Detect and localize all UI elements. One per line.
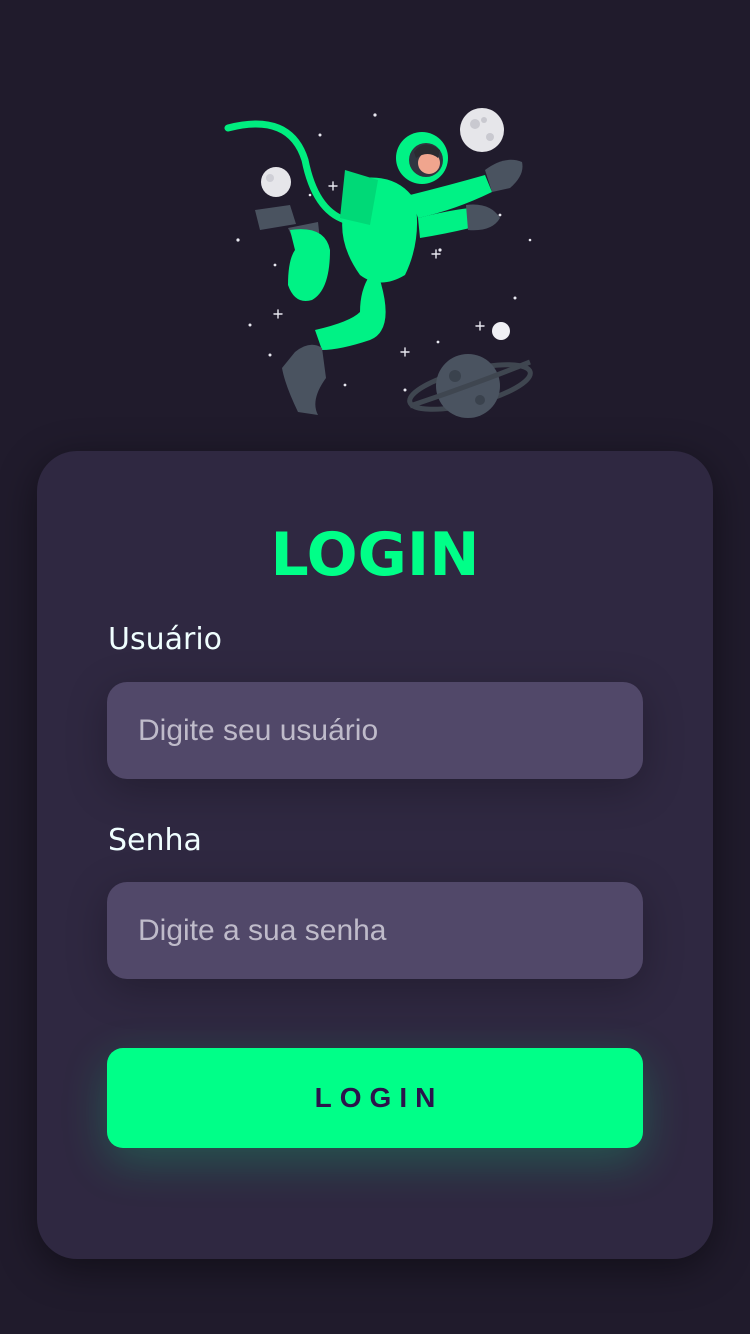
astronaut-illustration [200,100,550,430]
login-button[interactable]: LOGIN [107,1048,643,1148]
planet-icon [407,354,533,418]
username-label: Usuário [108,622,223,657]
moon-icon [460,108,504,152]
password-input[interactable] [107,882,643,979]
password-label: Senha [108,823,202,858]
moon-icon [261,167,291,197]
username-input[interactable] [107,682,643,779]
login-title: LOGIN [270,520,480,590]
